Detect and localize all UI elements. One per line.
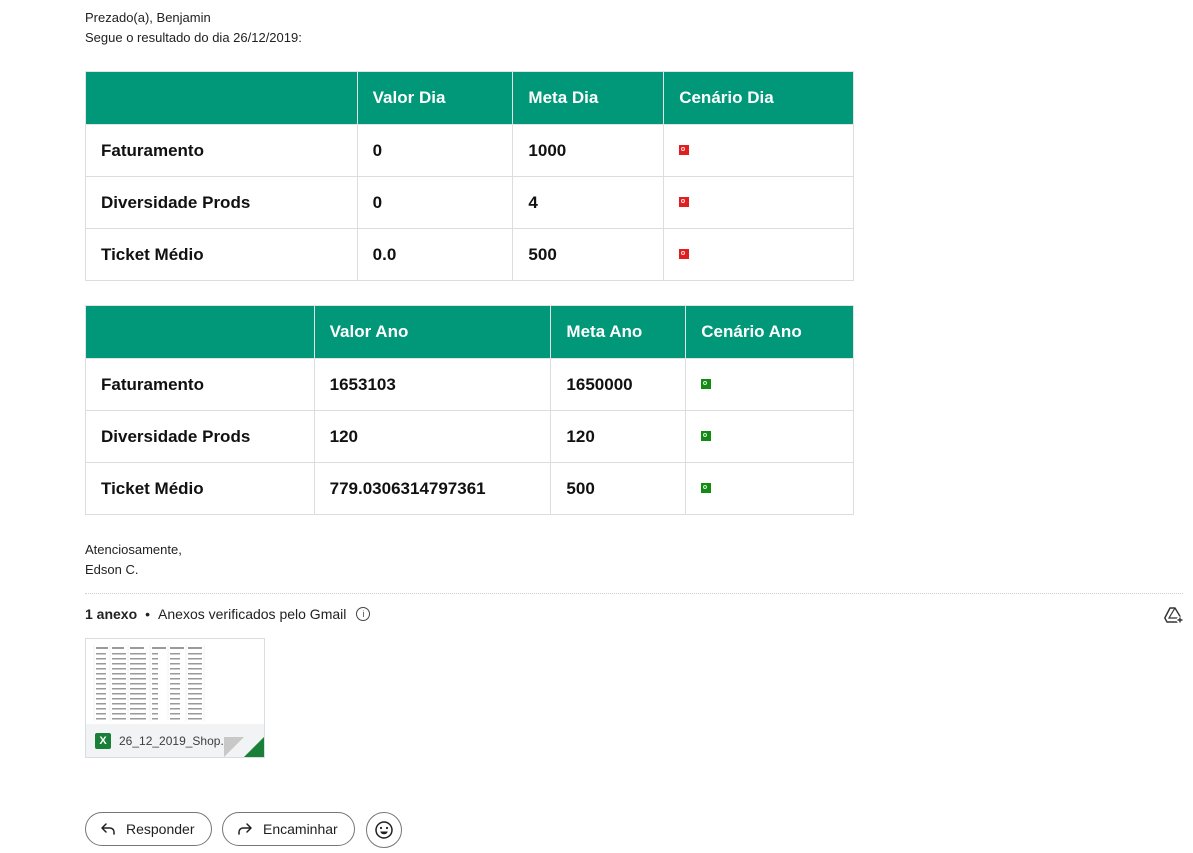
table-header-row: Valor Ano Meta Ano Cenário Ano	[85, 305, 854, 359]
value-cell: 0	[356, 124, 514, 177]
closing-line: Atenciosamente,	[85, 542, 182, 557]
attachment-filename[interactable]: 26_12_2019_Shop...	[119, 734, 230, 748]
value-cell: 0	[356, 176, 514, 229]
header-cell: Cenário Dia	[663, 71, 854, 125]
table-row: Diversidade Prods 0 4	[85, 176, 854, 229]
table-row: Faturamento 1653103 1650000	[85, 358, 854, 411]
emoji-reaction-button[interactable]	[366, 812, 402, 848]
header-cell	[85, 71, 358, 125]
day-results-table: Valor Dia Meta Dia Cenário Dia Faturamen…	[85, 71, 854, 281]
row-label: Faturamento	[85, 124, 358, 177]
row-label: Diversidade Prods	[85, 176, 358, 229]
attachments-header: 1 anexo • Anexos verificados pelo Gmail …	[85, 606, 371, 622]
reply-button[interactable]: Responder	[85, 812, 212, 846]
header-cell: Cenário Ano	[685, 305, 854, 359]
intro-line: Segue o resultado do dia 26/12/2019:	[85, 30, 302, 45]
spreadsheet-thumbnail-icon	[93, 645, 205, 721]
meta-cell: 1650000	[550, 358, 687, 411]
value-cell: 1653103	[313, 358, 552, 411]
forward-label: Encaminhar	[263, 821, 338, 837]
status-cell	[685, 358, 854, 411]
status-green-indicator	[701, 379, 712, 390]
status-red-indicator	[679, 145, 690, 156]
header-cell: Meta Dia	[512, 71, 665, 125]
emoji-icon	[375, 821, 393, 839]
sender-name: Edson C.	[85, 562, 139, 577]
add-to-drive-icon[interactable]	[1164, 606, 1184, 624]
status-cell	[663, 124, 854, 177]
verified-label: Anexos verificados pelo Gmail	[158, 606, 347, 622]
greeting-line: Prezado(a), Benjamin	[85, 10, 211, 25]
header-cell: Valor Dia	[356, 71, 514, 125]
reply-icon	[101, 823, 115, 835]
value-cell: 779.0306314797361	[313, 462, 552, 515]
meta-cell: 500	[512, 228, 665, 281]
email-greeting: Prezado(a), Benjamin Segue o resultado d…	[85, 8, 302, 48]
status-green-indicator	[701, 483, 712, 494]
forward-button[interactable]: Encaminhar	[222, 812, 355, 846]
meta-cell: 1000	[512, 124, 665, 177]
status-green-indicator	[701, 431, 712, 442]
year-results-table: Valor Ano Meta Ano Cenário Ano Faturamen…	[85, 305, 854, 515]
excel-file-icon: X	[95, 732, 111, 749]
attachment-card[interactable]: X 26_12_2019_Shop...	[85, 638, 265, 758]
table-row: Ticket Médio 779.0306314797361 500	[85, 462, 854, 515]
reply-label: Responder	[126, 821, 195, 837]
table-row: Diversidade Prods 120 120	[85, 410, 854, 463]
spreadsheet-preview	[86, 639, 264, 725]
row-label: Diversidade Prods	[85, 410, 315, 463]
status-cell	[663, 176, 854, 229]
page-fold-corner	[224, 737, 244, 757]
attachments-divider	[85, 593, 1183, 594]
file-type-corner	[244, 737, 264, 757]
table-row: Ticket Médio 0.0 500	[85, 228, 854, 281]
header-cell: Valor Ano	[313, 305, 552, 359]
info-icon[interactable]: i	[356, 607, 371, 621]
value-cell: 0.0	[356, 228, 514, 281]
status-cell	[663, 228, 854, 281]
status-red-indicator	[679, 249, 690, 260]
meta-cell: 120	[550, 410, 687, 463]
separator-dot: •	[145, 606, 151, 622]
row-label: Ticket Médio	[85, 228, 358, 281]
status-cell	[685, 410, 854, 463]
header-cell	[85, 305, 315, 359]
header-cell: Meta Ano	[550, 305, 687, 359]
row-label: Faturamento	[85, 358, 315, 411]
meta-cell: 500	[550, 462, 687, 515]
status-red-indicator	[679, 197, 690, 208]
status-cell	[685, 462, 854, 515]
meta-cell: 4	[512, 176, 665, 229]
row-label: Ticket Médio	[85, 462, 315, 515]
value-cell: 120	[313, 410, 552, 463]
email-signature: Atenciosamente, Edson C.	[85, 540, 182, 580]
table-header-row: Valor Dia Meta Dia Cenário Dia	[85, 71, 854, 125]
attachment-count: 1 anexo	[85, 606, 138, 622]
table-row: Faturamento 0 1000	[85, 124, 854, 177]
forward-icon	[238, 823, 252, 835]
